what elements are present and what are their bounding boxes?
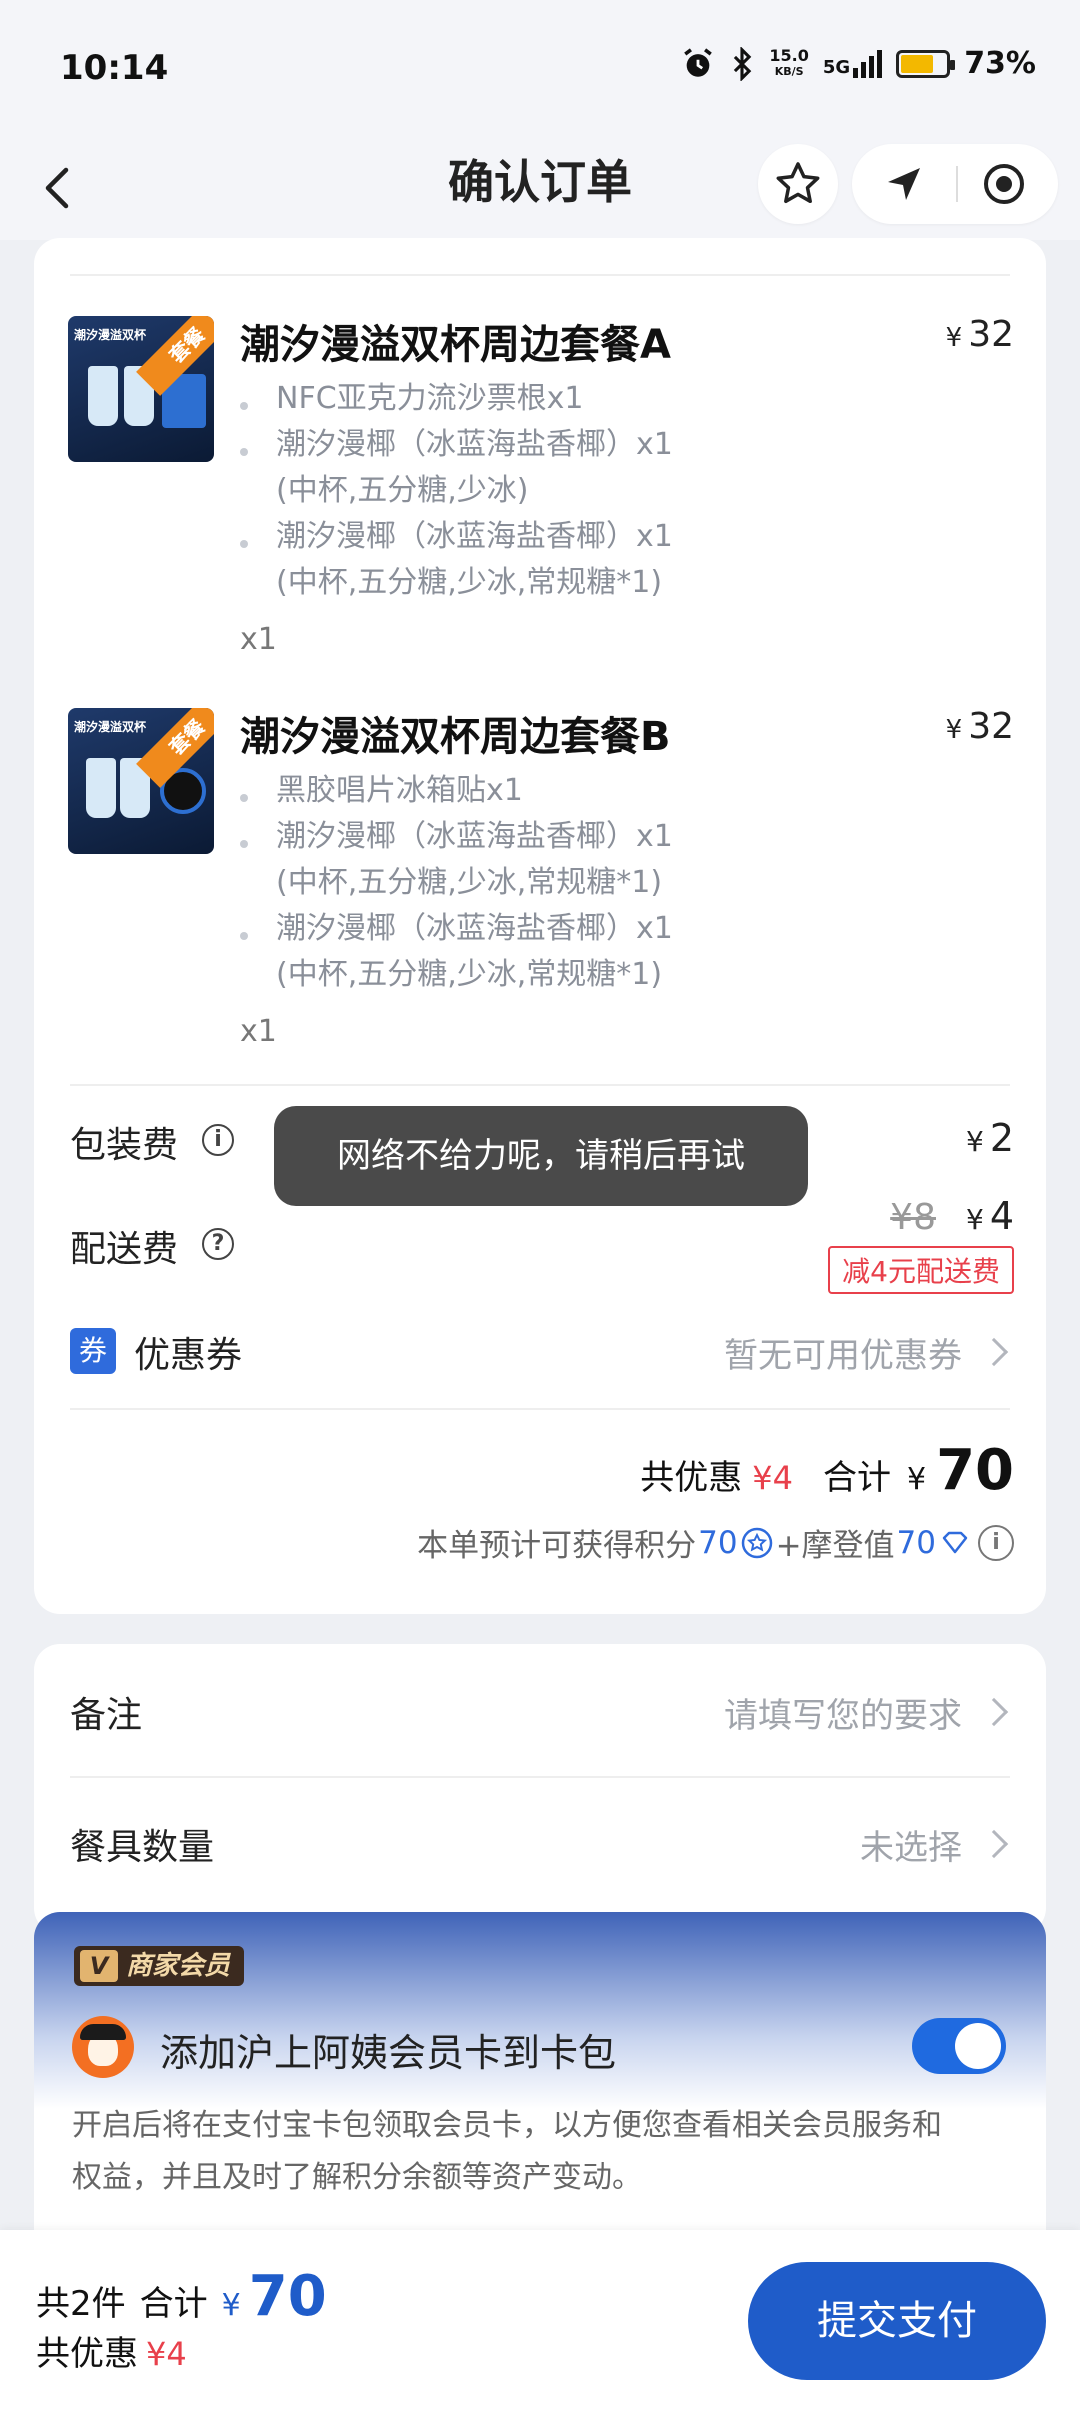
bluetooth-icon (734, 46, 752, 81)
avatar-hat (80, 2024, 126, 2040)
notes-label: 备注 (70, 1695, 143, 1736)
favorite-button[interactable] (758, 144, 838, 224)
chevron-right-icon (979, 1697, 1009, 1727)
item-detail-line: (中杯,五分糖,少冰,常规糖*1) (276, 865, 663, 900)
coupon-badge: 券 (70, 1328, 116, 1374)
toggle-knob (955, 2023, 1001, 2069)
thumb-caption: 潮汐漫溢双杯 (74, 328, 147, 342)
packaging-fee-label: 包装费 (70, 1125, 179, 1166)
capsule-menu (852, 144, 1058, 224)
bullet-dot (240, 402, 248, 410)
item-detail-line: 黑胶唱片冰箱贴x1 (276, 773, 523, 808)
item-title: 潮汐漫溢双杯周边套餐B (240, 714, 671, 760)
bottom-total: 共2件 合计 ¥ 70 (36, 2264, 327, 2329)
item-detail-line: 潮汐漫椰（冰蓝海盐香椰）x1 (276, 427, 673, 462)
thumb-cup (86, 758, 116, 818)
member-description: 开启后将在支付宝卡包领取会员卡，以方便您查看相关会员服务和 权益，并且及时了解积… (72, 2108, 942, 2195)
coupon-value: 暂无可用优惠券 (724, 1336, 962, 1376)
order-card: 潮汐漫溢双杯 套餐 潮汐漫溢双杯周边套餐A ¥32 NFC亚克力流沙票根x1 潮… (34, 238, 1046, 1614)
item-detail-line: (中杯,五分糖,少冰,常规糖*1) (276, 957, 663, 992)
thumb-caption: 潮汐漫溢双杯 (74, 720, 147, 734)
item-detail-line: NFC亚克力流沙票根x1 (276, 381, 584, 416)
bullet-dot (240, 840, 248, 848)
product-thumbnail: 潮汐漫溢双杯 套餐 (68, 708, 214, 854)
vip-v-icon: V (80, 1950, 118, 1982)
bullet-dot (240, 794, 248, 802)
extra-options-card: 备注 请填写您的要求 餐具数量 未选择 (34, 1644, 1046, 1934)
delivery-fee-value: ¥8 ¥4 (890, 1194, 1014, 1238)
divider (70, 274, 1010, 276)
net-speed: 15.0 KB/S (769, 45, 809, 78)
points-estimate: 本单预计可获得积分 70 +摩登值 70 i (417, 1520, 1014, 1565)
item-detail-line: 潮汐漫椰（冰蓝海盐香椰）x1 (276, 519, 673, 554)
order-summary: 共优惠 ¥4 合计 ¥ 70 (640, 1438, 1014, 1503)
thumb-cup (88, 366, 118, 426)
status-time: 10:14 (60, 48, 169, 88)
close-miniapp-icon[interactable] (980, 160, 1028, 208)
item-price: ¥32 (945, 314, 1014, 355)
divider (70, 1408, 1010, 1410)
diamond-icon (942, 1531, 968, 1553)
member-title: 添加沪上阿姨会员卡到卡包 (160, 2031, 617, 2075)
star-icon (776, 162, 820, 204)
signal-5g-icon: 5G (823, 49, 883, 78)
utensils-label: 餐具数量 (70, 1827, 215, 1868)
toast-message: 网络不给力呢，请稍后再试 (274, 1106, 808, 1206)
item-title: 潮汐漫溢双杯周边套餐A (240, 322, 671, 368)
notes-placeholder: 请填写您的要求 (724, 1696, 962, 1736)
item-price: ¥32 (945, 706, 1014, 747)
status-bar: 10:14 15.0 KB/S 5G 73% (0, 0, 1080, 140)
divider (70, 1084, 1010, 1086)
bullet-dot (240, 932, 248, 940)
divider (70, 1776, 1010, 1778)
capsule-divider (956, 166, 958, 202)
chevron-right-icon (979, 1337, 1009, 1367)
item-detail-line: (中杯,五分糖,少冰,常规糖*1) (276, 565, 663, 600)
help-icon[interactable]: ? (202, 1228, 234, 1260)
product-thumbnail: 潮汐漫溢双杯 套餐 (68, 316, 214, 462)
delivery-fee-label: 配送费 (70, 1229, 179, 1270)
battery-icon (896, 49, 956, 78)
battery-percent: 73% (964, 46, 1036, 81)
status-icons: 15.0 KB/S 5G 73% (681, 46, 1036, 81)
coupon-label: 优惠券 (134, 1335, 243, 1376)
bottom-discount: 共优惠 ¥4 (36, 2334, 187, 2374)
item-quantity: x1 (240, 1014, 277, 1049)
item-detail-line: 潮汐漫椰（冰蓝海盐香椰）x1 (276, 911, 673, 946)
item-quantity: x1 (240, 622, 277, 657)
info-icon[interactable]: i (978, 1524, 1014, 1561)
brand-avatar (72, 2016, 134, 2078)
bullet-dot (240, 448, 248, 456)
points-star-icon (741, 1527, 772, 1558)
battery-fill (901, 54, 934, 73)
member-badge: V 商家会员 (74, 1946, 245, 1986)
location-arrow-icon[interactable] (882, 162, 926, 206)
delivery-discount-tag: 减4元配送费 (828, 1246, 1014, 1294)
info-icon[interactable]: i (202, 1124, 234, 1156)
item-detail-line: (中杯,五分糖,少冰) (276, 473, 529, 508)
bullet-dot (240, 540, 248, 548)
member-card-toggle[interactable] (912, 2018, 1006, 2074)
item-detail-line: 潮汐漫椰（冰蓝海盐香椰）x1 (276, 819, 673, 854)
packaging-fee-value: ¥2 (965, 1116, 1014, 1160)
submit-payment-button[interactable]: 提交支付 (748, 2262, 1046, 2380)
utensils-value: 未选择 (860, 1828, 962, 1868)
chevron-right-icon (979, 1829, 1009, 1859)
alarm-icon (684, 47, 713, 77)
